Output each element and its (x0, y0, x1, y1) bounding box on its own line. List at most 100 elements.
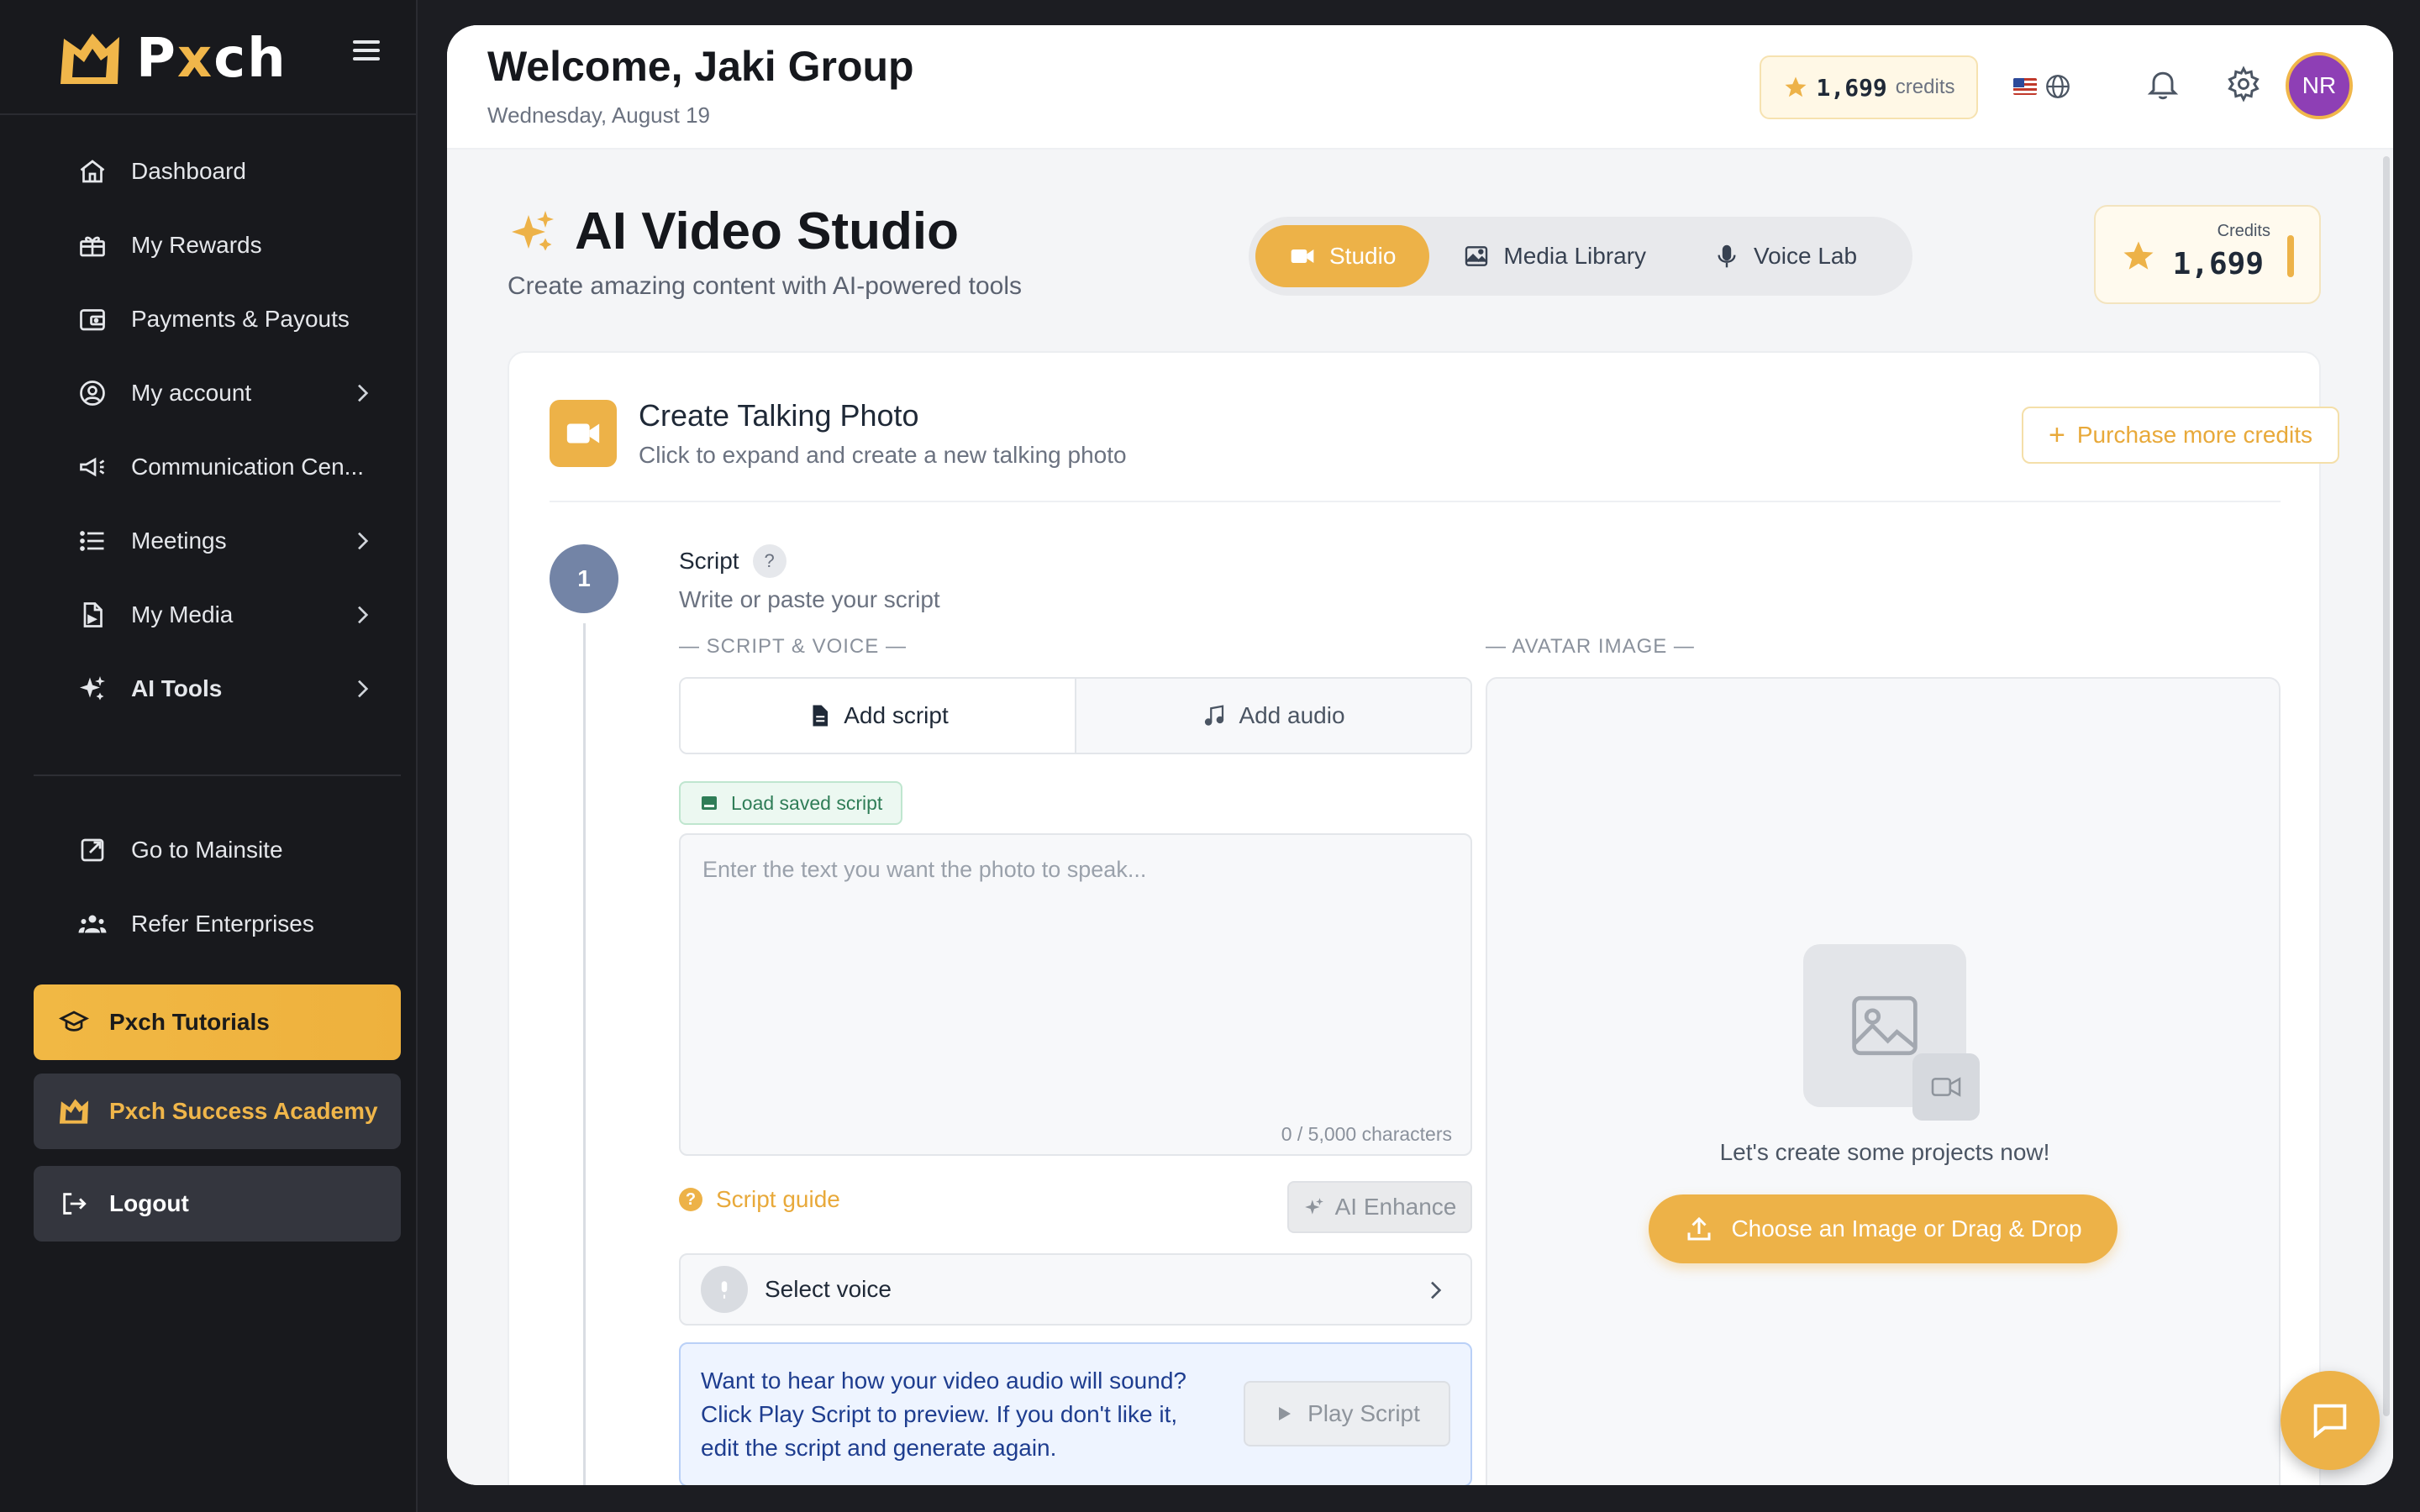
sidebar-item-label: Dashboard (131, 158, 246, 184)
step-connector-line (583, 623, 586, 1485)
help-icon[interactable]: ? (752, 544, 786, 578)
tab-label: Voice Lab (1754, 243, 1858, 269)
star-icon (1785, 76, 1806, 97)
success-academy-label: Pxch Success Academy (109, 1098, 378, 1124)
tab-label: Studio (1329, 243, 1397, 269)
chevron-right-icon (358, 680, 369, 698)
music-note-icon (1205, 705, 1224, 726)
media-file-icon (76, 598, 109, 632)
sidebar-nav: Dashboard My Rewards Payments & Payouts … (34, 134, 401, 726)
sidebar-item-label: Meetings (131, 528, 227, 554)
sidebar-item-label: My account (131, 380, 252, 406)
script-guide-link[interactable]: ? Script guide (679, 1186, 840, 1213)
step-number-badge: 1 (550, 544, 618, 613)
graduation-cap-icon (57, 1005, 91, 1039)
external-link-icon (76, 833, 109, 867)
sidebar-item-refer-enterprises[interactable]: Refer Enterprises (34, 887, 401, 961)
bell-icon[interactable] (2144, 66, 2181, 102)
sidebar-item-label: Go to Mainsite (131, 837, 283, 863)
load-saved-script-label: Load saved script (731, 791, 883, 814)
create-talking-photo-card: Create Talking Photo Click to expand and… (508, 351, 2339, 1485)
select-voice-label: Select voice (765, 1276, 892, 1302)
brand-logo[interactable]: Pxch (55, 25, 287, 92)
credits-card-label: Credits (2217, 222, 2270, 240)
script-mode-toggle: Add script Add audio (679, 677, 1472, 754)
tutorials-button[interactable]: Pxch Tutorials (34, 984, 401, 1060)
step-title: Script ? (679, 544, 786, 578)
sidebar-item-label: My Rewards (131, 232, 262, 258)
logout-button[interactable]: Logout (34, 1166, 401, 1242)
tab-label: Media Library (1503, 243, 1647, 269)
card-title[interactable]: Create Talking Photo (639, 398, 919, 433)
menu-toggle-icon[interactable] (353, 40, 380, 66)
script-textarea[interactable]: Enter the text you want the photo to spe… (679, 833, 1472, 1156)
logo-text: Pxch (136, 28, 287, 90)
welcome-heading: Welcome, Jaki Group (487, 43, 914, 90)
sidebar-item-label: My Media (131, 601, 234, 627)
load-saved-script-button[interactable]: Load saved script (679, 781, 903, 825)
add-audio-button[interactable]: Add audio (1076, 679, 1470, 753)
add-script-button[interactable]: Add script (681, 679, 1076, 753)
video-camera-icon (1291, 249, 1314, 263)
gear-icon[interactable] (2225, 66, 2262, 102)
chat-icon (2313, 1404, 2347, 1439)
divider (550, 501, 2281, 502)
tab-voice-lab[interactable]: Voice Lab (1680, 225, 1891, 287)
language-selector[interactable] (2013, 72, 2072, 101)
credits-indicator-bar (2287, 235, 2294, 277)
tab-media-library[interactable]: Media Library (1429, 225, 1680, 287)
saved-script-icon (702, 796, 717, 810)
sidebar-item-payments[interactable]: Payments & Payouts (34, 282, 401, 356)
logout-label: Logout (109, 1190, 189, 1216)
divider (0, 113, 418, 115)
choose-image-button[interactable]: Choose an Image or Drag & Drop (1649, 1194, 2118, 1263)
sparkles-icon (1304, 1198, 1323, 1215)
scrollbar[interactable] (2383, 156, 2390, 1416)
sidebar-item-my-media[interactable]: My Media (34, 578, 401, 652)
avatar-image-dropzone[interactable]: Let's create some projects now! Choose a… (1486, 677, 2281, 1485)
step-title-text: Script (679, 548, 739, 574)
logo-icon (60, 34, 119, 84)
header-credits-badge[interactable]: 1,699 credits (1760, 55, 1978, 119)
sidebar-item-my-account[interactable]: My account (34, 356, 401, 430)
sidebar-secondary-nav: Go to Mainsite Refer Enterprises (34, 813, 401, 961)
ai-enhance-button[interactable]: AI Enhance (1287, 1181, 1472, 1233)
chevron-right-icon (358, 384, 369, 402)
current-date: Wednesday, August 19 (487, 102, 711, 128)
tab-studio[interactable]: Studio (1255, 225, 1430, 287)
credits-card-value: 1,699 (2172, 247, 2264, 281)
user-avatar[interactable]: NR (2286, 52, 2353, 119)
rewards-icon (76, 228, 109, 262)
studio-tabs: Studio Media Library Voice Lab (1249, 217, 1912, 296)
ai-enhance-label: AI Enhance (1334, 1194, 1457, 1220)
plus-icon: + (2049, 419, 2065, 451)
sidebar-item-label: Refer Enterprises (131, 911, 314, 937)
play-script-button[interactable]: Play Script (1244, 1381, 1450, 1446)
sidebar-item-my-rewards[interactable]: My Rewards (34, 208, 401, 282)
logout-icon (57, 1187, 91, 1221)
choose-image-label: Choose an Image or Drag & Drop (1731, 1215, 2082, 1242)
sidebar-item-meetings[interactable]: Meetings (34, 504, 401, 578)
empty-state-text: Let's create some projects now! (1719, 1139, 2050, 1165)
sparkles-icon (512, 210, 554, 250)
success-academy-button[interactable]: Pxch Success Academy (34, 1074, 401, 1149)
header-credits-label: credits (1895, 76, 1955, 98)
sidebar-item-dashboard[interactable]: Dashboard (34, 134, 401, 208)
purchase-credits-button[interactable]: + Purchase more credits (2022, 407, 2339, 464)
select-voice-dropdown[interactable]: Select voice (679, 1253, 1472, 1326)
chat-button[interactable] (2281, 1371, 2380, 1470)
sidebar-item-label: AI Tools (131, 675, 223, 701)
sidebar-item-go-to-mainsite[interactable]: Go to Mainsite (34, 813, 401, 887)
us-flag-icon (2013, 78, 2037, 95)
add-script-label: Add script (844, 702, 949, 728)
studio-header: AI Video Studio (508, 202, 959, 261)
page-title: AI Video Studio (575, 202, 959, 260)
sidebar-item-ai-tools[interactable]: AI Tools (34, 652, 401, 726)
user-circle-icon (76, 376, 109, 410)
sidebar-item-communication-center[interactable]: Communication Cen... (34, 430, 401, 504)
page-subtitle: Create amazing content with AI-powered t… (508, 272, 1022, 300)
question-circle-icon: ? (679, 1188, 702, 1211)
add-audio-label: Add audio (1239, 702, 1345, 728)
image-icon (1852, 995, 1918, 1056)
studio-content: AI Video Studio Create amazing content w… (447, 150, 2393, 1485)
